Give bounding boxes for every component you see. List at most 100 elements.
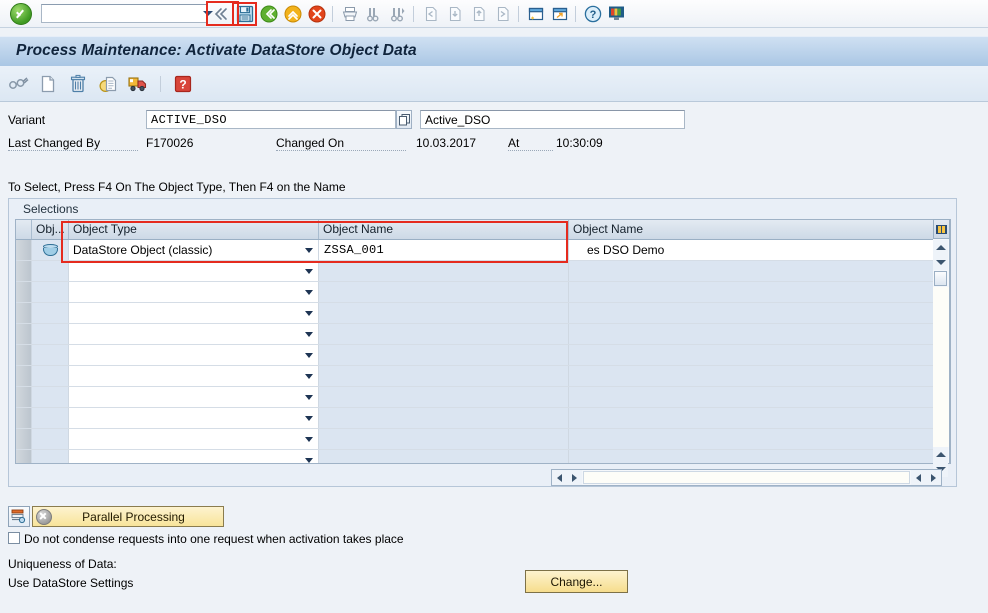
- first-page-icon[interactable]: [419, 3, 442, 25]
- selections-grid[interactable]: Obj... Object Type Object Name Object Na…: [15, 219, 951, 464]
- change-button[interactable]: Change...: [525, 570, 628, 593]
- object-name-cell[interactable]: ZSSA_001: [319, 240, 569, 260]
- object-description-cell[interactable]: [569, 387, 950, 407]
- object-type-cell[interactable]: [69, 429, 319, 449]
- save-icon[interactable]: [232, 1, 257, 26]
- object-type-cell[interactable]: [69, 282, 319, 302]
- chevron-down-icon[interactable]: [300, 415, 318, 421]
- row-selector-cell[interactable]: [16, 282, 32, 302]
- row-selector-cell[interactable]: [16, 408, 32, 428]
- scroll-right-page-button[interactable]: [911, 470, 926, 485]
- table-row[interactable]: DataStore Object (classic) ZSSA_001 es D…: [16, 240, 950, 261]
- information-icon[interactable]: ?: [171, 72, 195, 96]
- command-field[interactable]: [41, 4, 213, 23]
- table-row[interactable]: [16, 366, 950, 387]
- display-change-icon[interactable]: [6, 72, 30, 96]
- object-name-cell[interactable]: [319, 345, 569, 365]
- column-header-object-type[interactable]: Object Type: [69, 220, 319, 239]
- scroll-page-up-button[interactable]: [933, 447, 948, 462]
- table-row[interactable]: [16, 303, 950, 324]
- object-type-cell[interactable]: [69, 303, 319, 323]
- ok-check-button[interactable]: [10, 2, 32, 25]
- create-session-icon[interactable]: [524, 3, 547, 25]
- grid-horizontal-scrollbar[interactable]: [551, 469, 942, 486]
- row-selector-cell[interactable]: [16, 240, 32, 260]
- column-header-object-name-description[interactable]: Object Name: [569, 220, 950, 239]
- row-selector-cell[interactable]: [16, 450, 32, 463]
- object-name-cell[interactable]: [319, 408, 569, 428]
- object-type-cell[interactable]: [69, 261, 319, 281]
- object-type-cell[interactable]: [69, 324, 319, 344]
- next-page-icon[interactable]: [467, 3, 490, 25]
- column-header-object-name[interactable]: Object Name: [319, 220, 569, 239]
- table-row[interactable]: [16, 450, 950, 463]
- chevron-down-icon[interactable]: [300, 331, 318, 337]
- chevron-down-icon[interactable]: [300, 352, 318, 358]
- chevron-down-icon[interactable]: [300, 268, 318, 274]
- object-type-cell[interactable]: [69, 345, 319, 365]
- variant-name-field[interactable]: [146, 110, 396, 129]
- variant-description-input[interactable]: [421, 111, 684, 128]
- help-icon[interactable]: ?: [581, 3, 604, 25]
- command-input[interactable]: [42, 6, 203, 21]
- find-icon[interactable]: [362, 3, 385, 25]
- transport-variant-icon[interactable]: [126, 72, 150, 96]
- row-selector-cell[interactable]: [16, 303, 32, 323]
- table-row[interactable]: [16, 429, 950, 450]
- multiple-selection-icon[interactable]: [396, 110, 412, 129]
- chevron-down-icon[interactable]: [300, 394, 318, 400]
- chevron-down-icon[interactable]: [300, 457, 318, 463]
- object-description-cell[interactable]: [569, 261, 950, 281]
- object-name-cell[interactable]: [319, 429, 569, 449]
- copy-variant-icon[interactable]: [96, 72, 120, 96]
- object-description-cell[interactable]: [569, 408, 950, 428]
- row-selector-cell[interactable]: [16, 345, 32, 365]
- back-arrow-icon[interactable]: [209, 3, 232, 25]
- variant-name-input[interactable]: [147, 111, 395, 128]
- scroll-down-button[interactable]: [933, 255, 948, 270]
- scroll-right-button[interactable]: [926, 470, 941, 485]
- chevron-down-icon[interactable]: [300, 373, 318, 379]
- create-variant-icon[interactable]: [36, 72, 60, 96]
- object-type-cell[interactable]: [69, 408, 319, 428]
- object-name-cell[interactable]: [319, 366, 569, 386]
- scroll-left-button[interactable]: [552, 470, 567, 485]
- print-icon[interactable]: [338, 3, 361, 25]
- column-header-obj[interactable]: Obj...: [32, 220, 69, 239]
- object-description-cell[interactable]: [569, 303, 950, 323]
- object-description-cell[interactable]: [569, 450, 950, 463]
- object-name-cell[interactable]: [319, 282, 569, 302]
- table-row[interactable]: [16, 345, 950, 366]
- row-selector-cell[interactable]: [16, 429, 32, 449]
- object-name-cell[interactable]: [319, 387, 569, 407]
- cancel-red-icon[interactable]: [305, 3, 328, 25]
- row-selector-cell[interactable]: [16, 261, 32, 281]
- object-description-cell[interactable]: [569, 429, 950, 449]
- find-next-icon[interactable]: [386, 3, 409, 25]
- chevron-down-icon[interactable]: [300, 289, 318, 295]
- table-row[interactable]: [16, 261, 950, 282]
- customize-layout-icon[interactable]: [605, 3, 628, 25]
- scroll-left-page-button[interactable]: [567, 470, 582, 485]
- horizontal-scrollbar-track[interactable]: [583, 471, 910, 484]
- variant-description-field[interactable]: [420, 110, 685, 129]
- scrollbar-thumb[interactable]: [934, 271, 947, 286]
- previous-page-icon[interactable]: [443, 3, 466, 25]
- chevron-down-icon[interactable]: [300, 247, 318, 253]
- object-name-cell[interactable]: [319, 303, 569, 323]
- table-settings-icon[interactable]: [933, 219, 950, 239]
- object-type-cell[interactable]: [69, 450, 319, 463]
- object-description-cell[interactable]: [569, 366, 950, 386]
- row-selector-cell[interactable]: [16, 324, 32, 344]
- table-row[interactable]: [16, 408, 950, 429]
- object-name-cell[interactable]: [319, 324, 569, 344]
- scroll-up-button[interactable]: [933, 240, 948, 255]
- object-description-cell[interactable]: es DSO Demo: [569, 240, 950, 260]
- row-selector-cell[interactable]: [16, 366, 32, 386]
- condense-requests-checkbox[interactable]: [8, 532, 20, 544]
- object-description-cell[interactable]: [569, 324, 950, 344]
- exit-yellow-icon[interactable]: [281, 3, 304, 25]
- create-shortcut-icon[interactable]: [548, 3, 571, 25]
- chevron-down-icon[interactable]: [300, 310, 318, 316]
- table-row[interactable]: [16, 282, 950, 303]
